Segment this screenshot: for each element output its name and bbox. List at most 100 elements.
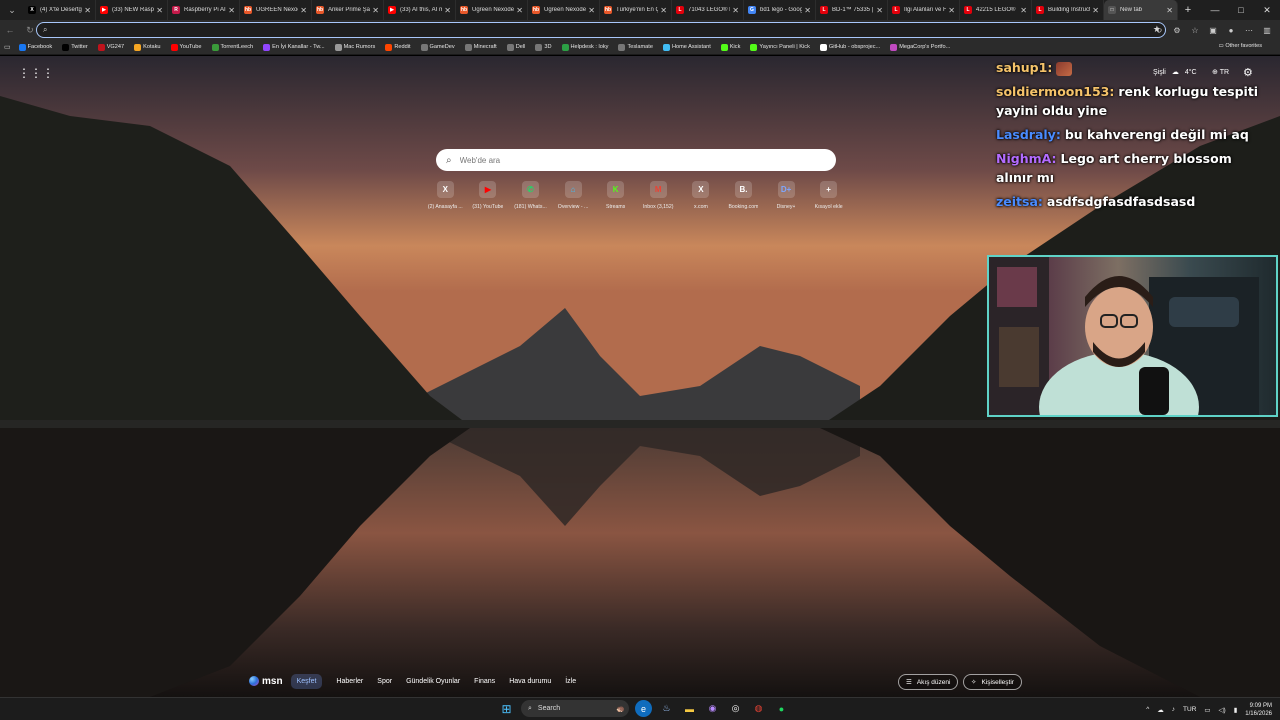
msn-tab[interactable]: Haberler <box>336 678 363 685</box>
bookmark-item[interactable]: Kotaku <box>134 43 161 51</box>
refresh-extension-icon[interactable]: ↻ <box>1150 26 1168 35</box>
bookmark-item[interactable]: Facebook <box>18 43 52 51</box>
browser-tab[interactable]: □ New tab ✕ <box>1104 0 1178 20</box>
cloud-icon[interactable]: ☁ <box>1157 706 1164 714</box>
browser-tab[interactable]: L 71043 LEGO® H ✕ <box>672 0 744 20</box>
address-bar[interactable]: ⌕ ★ <box>36 22 1166 38</box>
feed-layout-button[interactable]: ☰ Akış düzeni <box>898 674 959 690</box>
tab-close-icon[interactable]: ✕ <box>228 6 235 15</box>
msn-tab[interactable]: Hava durumu <box>509 678 551 685</box>
tab-close-icon[interactable]: ✕ <box>876 6 883 15</box>
quick-link[interactable]: ▶ (31) YouTube <box>467 181 510 210</box>
extensions-icon[interactable]: ⚙ <box>1168 26 1186 35</box>
tab-close-icon[interactable]: ✕ <box>372 6 379 15</box>
browser-tab[interactable]: L 42215 LEGO® Te✕ <box>960 0 1032 20</box>
collections-icon[interactable]: ▣ <box>1204 26 1222 35</box>
tab-close-icon[interactable]: ✕ <box>1092 6 1099 15</box>
file-explorer-icon[interactable]: ▬ <box>681 700 698 717</box>
quick-link[interactable]: X (2) Anasayfa ... <box>424 181 467 210</box>
tab-close-icon[interactable]: ✕ <box>660 6 667 15</box>
microphone-icon[interactable]: ♪ <box>1172 706 1175 713</box>
quick-link[interactable]: ✆ (181) Whats... <box>509 181 552 210</box>
bookmark-item[interactable]: Home Assistant <box>662 43 711 51</box>
network-icon[interactable]: ▭ <box>1204 706 1210 714</box>
browser-tab[interactable]: hb Anker Prime Şar ✕ <box>312 0 384 20</box>
browser-tab[interactable]: X (4) X'te Desertg ✕ <box>24 0 96 20</box>
browser-tab[interactable]: R Raspberry Pi AI ✕ <box>168 0 240 20</box>
volume-icon[interactable]: ◁) <box>1219 706 1226 714</box>
tab-close-icon[interactable]: ✕ <box>588 6 595 15</box>
browser-tab[interactable]: L İlgi Alanları ve H ✕ <box>888 0 960 20</box>
browser-tab[interactable]: hb Ugreen Nexode ✕ <box>456 0 528 20</box>
msn-tab[interactable]: Keşfet <box>290 673 323 689</box>
browser-tab[interactable]: L Building Instruct ✕ <box>1032 0 1104 20</box>
tab-close-icon[interactable]: ✕ <box>804 6 811 15</box>
clock[interactable]: 9:09 PM 1/16/2026 <box>1245 702 1272 718</box>
bookmark-item[interactable]: VG247 <box>97 43 124 51</box>
edge-browser-icon[interactable]: e <box>635 700 652 717</box>
browser-tab[interactable]: hb Türkiye'nin En Ç ✕ <box>600 0 672 20</box>
chrome-icon[interactable]: ◍ <box>750 700 767 717</box>
battery-icon[interactable]: ▮ <box>1234 706 1238 714</box>
msn-tab[interactable]: Finans <box>474 678 495 685</box>
tab-close-icon[interactable]: ✕ <box>1020 6 1027 15</box>
tab-close-icon[interactable]: ✕ <box>300 6 307 15</box>
browser-tab[interactable]: L BD-1™ 75335 | ✕ <box>816 0 888 20</box>
tab-close-icon[interactable]: ✕ <box>948 6 955 15</box>
web-search-box[interactable]: ⌕ <box>436 149 836 171</box>
browser-tab[interactable]: hb UGREEN Nexode✕ <box>240 0 312 20</box>
bookmark-item[interactable]: Dell <box>506 43 525 51</box>
bookmark-item[interactable]: Yayıncı Paneli | Kick <box>750 43 810 51</box>
apps-grid-icon[interactable]: ⋮⋮⋮ <box>18 66 54 80</box>
bookmark-item[interactable]: Reddit <box>385 43 411 51</box>
tray-overflow-icon[interactable]: ^ <box>1146 706 1149 713</box>
close-window-icon[interactable]: ✕ <box>1254 0 1280 20</box>
profile-icon[interactable]: ● <box>1222 26 1240 35</box>
msn-logo[interactable]: msn <box>249 676 283 687</box>
browser-tab[interactable]: ▶ (33) NEW Raspb ✕ <box>96 0 168 20</box>
steam-icon[interactable]: ♨ <box>658 700 675 717</box>
quick-link[interactable]: + Kısayol ekle <box>807 181 850 210</box>
discord-icon[interactable]: ◉ <box>704 700 721 717</box>
quick-link[interactable]: B. Booking.com <box>722 181 765 210</box>
minimize-icon[interactable]: — <box>1202 0 1228 20</box>
quick-link[interactable]: M Inbox (3,152) <box>637 181 680 210</box>
bookmark-item[interactable]: GameDev <box>420 43 455 51</box>
tab-close-icon[interactable]: ✕ <box>732 6 739 15</box>
msn-tab[interactable]: Gündelik Oyunlar <box>406 678 460 685</box>
quick-link[interactable]: ⌂ Overview - ... <box>552 181 595 210</box>
bookmark-item[interactable]: Helpdesk : loky <box>561 43 608 51</box>
new-tab-button[interactable]: + <box>1178 4 1198 16</box>
bookmark-item[interactable]: MegaCorp's Portfo... <box>890 43 950 51</box>
tab-close-icon[interactable]: ✕ <box>156 6 163 15</box>
obs-icon[interactable]: ◎ <box>727 700 744 717</box>
tab-actions-menu-icon[interactable]: ⌄ <box>0 0 24 20</box>
address-input[interactable] <box>53 25 1165 35</box>
windows-start-icon[interactable]: ⊞ <box>498 700 515 717</box>
spotify-icon[interactable]: ● <box>773 700 790 717</box>
browser-tab[interactable]: ▶ (33) AI this, AI m ✕ <box>384 0 456 20</box>
maximize-icon[interactable]: □ <box>1228 0 1254 20</box>
web-search-input[interactable] <box>459 155 836 165</box>
bookmark-item[interactable]: Twitter <box>62 43 88 51</box>
back-icon[interactable]: ← <box>0 25 20 35</box>
sidebar-toggle-icon[interactable]: ▥ <box>1258 26 1276 35</box>
more-menu-icon[interactable]: ⋯ <box>1240 26 1258 35</box>
bookmark-item[interactable]: Mac Rumors <box>334 43 375 51</box>
browser-tab[interactable]: hb Ugreen Nexode ✕ <box>528 0 600 20</box>
browser-tab[interactable]: Gbd1 lego - Goog ✕ <box>744 0 816 20</box>
bookmark-item[interactable]: Kick <box>720 43 740 51</box>
tab-close-icon[interactable]: ✕ <box>84 6 91 15</box>
tab-close-icon[interactable]: ✕ <box>444 6 451 15</box>
bookmark-item[interactable]: 3D <box>535 43 552 51</box>
bookmark-item[interactable]: GitHub - obsprojec... <box>819 43 880 51</box>
customize-button[interactable]: ✧ Kişiselleştir <box>963 674 1022 690</box>
bookmark-item[interactable]: Teslamate <box>618 43 653 51</box>
tab-close-icon[interactable]: ✕ <box>1166 6 1173 15</box>
input-language[interactable]: TUR <box>1183 706 1196 713</box>
bookmark-item[interactable]: Minecraft <box>464 43 497 51</box>
quick-link[interactable]: Xx.com <box>680 181 723 210</box>
favorites-icon[interactable]: ☆ <box>1186 26 1204 35</box>
msn-tab[interactable]: Spor <box>377 678 392 685</box>
tab-close-icon[interactable]: ✕ <box>516 6 523 15</box>
